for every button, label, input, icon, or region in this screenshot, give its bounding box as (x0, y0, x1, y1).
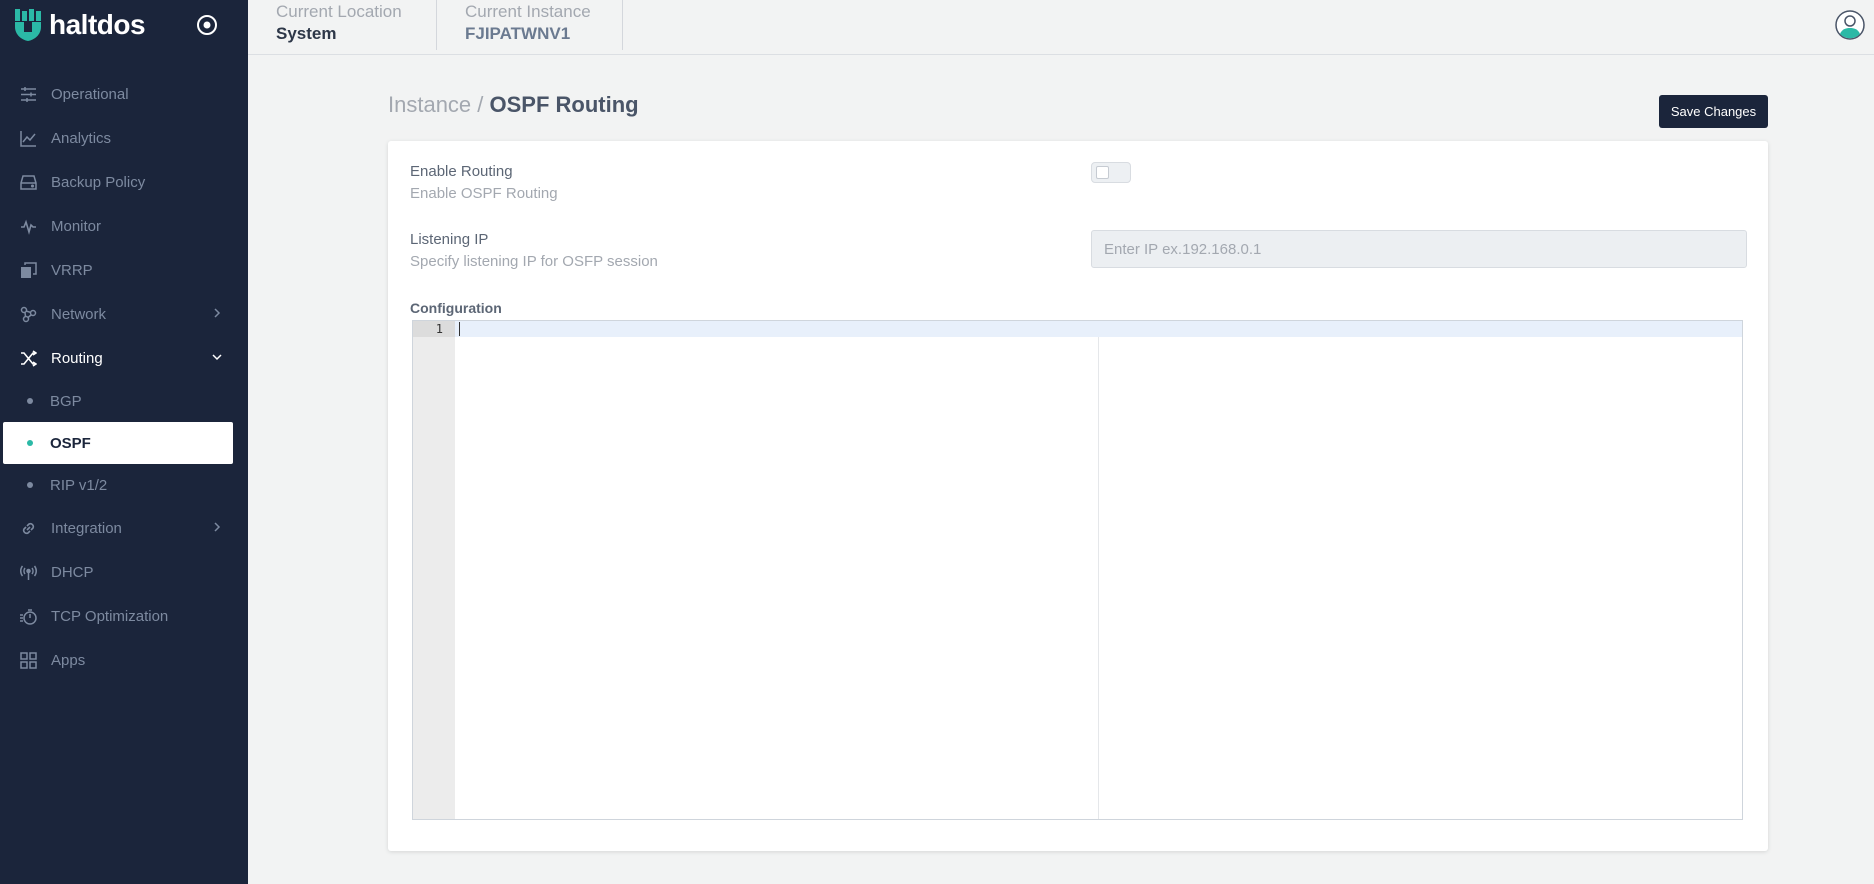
sidebar-item-label: Monitor (51, 217, 102, 235)
sidebar-nav: Operational Analytics Backup Policy Moni… (0, 72, 248, 682)
enable-routing-toggle[interactable] (1091, 162, 1131, 183)
sidebar-item-operational[interactable]: Operational (0, 72, 248, 116)
configuration-label: Configuration (410, 300, 502, 316)
editor-cursor (459, 322, 460, 336)
settings-target-icon[interactable] (196, 14, 218, 36)
sidebar-item-label: Network (51, 305, 107, 323)
user-avatar-icon[interactable] (1835, 10, 1865, 40)
sidebar-item-label: Integration (51, 519, 122, 537)
bullet-dot-icon (27, 440, 33, 446)
network-nodes-icon (20, 306, 37, 322)
hard-drive-icon (20, 174, 37, 190)
chevron-right-icon (214, 308, 221, 318)
sidebar: haltdos Operational Analytics Backup Pol… (0, 0, 248, 884)
sidebar-subitem-label: OSPF (50, 434, 91, 452)
sidebar-item-label: Routing (51, 349, 103, 367)
editor-gutter (413, 321, 455, 819)
toggle-knob (1096, 166, 1109, 179)
current-instance-label: Current Instance (465, 2, 591, 21)
listening-ip-description: Specify listening IP for OSFP session (410, 253, 658, 270)
sidebar-item-label: Apps (51, 651, 86, 669)
grid-icon (20, 651, 37, 669)
chevron-down-icon (212, 354, 222, 361)
listening-ip-label: Listening IP (410, 231, 489, 248)
link-icon (22, 522, 35, 534)
sidebar-item-analytics[interactable]: Analytics (0, 116, 248, 160)
sidebar-subitem-label: RIP v1/2 (50, 476, 108, 494)
listening-ip-input[interactable] (1091, 230, 1747, 268)
current-instance[interactable]: Current Instance FJIPATWNV1 (437, 0, 623, 50)
breadcrumb-parent[interactable]: Instance / (388, 92, 483, 117)
enable-routing-label: Enable Routing (410, 163, 513, 180)
sidebar-item-integration[interactable]: Integration (0, 506, 248, 550)
chevron-right-icon (214, 522, 221, 532)
sidebar-item-backup-policy[interactable]: Backup Policy (0, 160, 248, 204)
sidebar-item-dhcp[interactable]: DHCP (0, 550, 248, 594)
brand[interactable]: haltdos (13, 8, 146, 42)
sidebar-subitem-ospf[interactable]: OSPF (3, 422, 233, 464)
sidebar-subitem-rip[interactable]: RIP v1/2 (0, 464, 248, 506)
sidebar-item-label: DHCP (51, 563, 94, 581)
topbar: Current Location System Current Instance… (248, 0, 1874, 55)
sidebar-item-label: VRRP (51, 261, 93, 279)
sidebar-item-network[interactable]: Network (0, 292, 248, 336)
current-location-label: Current Location (276, 2, 402, 21)
current-location-value: System (276, 24, 337, 43)
enable-routing-description: Enable OSPF Routing (410, 185, 558, 202)
sidebar-item-vrrp[interactable]: VRRP (0, 248, 248, 292)
broadcast-icon (20, 565, 37, 580)
current-instance-value: FJIPATWNV1 (465, 24, 571, 43)
page-title: Instance / OSPF Routing (388, 92, 639, 118)
pulse-icon (21, 219, 36, 235)
line-chart-icon (20, 130, 36, 147)
ospf-settings-card: Enable Routing Enable OSPF Routing Liste… (388, 141, 1768, 851)
configuration-editor[interactable]: 1 (412, 320, 1743, 820)
sidebar-item-label: Backup Policy (51, 173, 146, 191)
copy-icon (21, 261, 37, 278)
current-location[interactable]: Current Location System (248, 0, 437, 50)
editor-line-number: 1 (413, 321, 455, 337)
editor-active-line (455, 321, 1742, 337)
sidebar-item-tcp-optimization[interactable]: TCP Optimization (0, 594, 248, 638)
bullet-dot-icon (27, 482, 33, 488)
bullet-dot-icon (27, 398, 33, 404)
sliders-icon (21, 86, 36, 102)
sidebar-item-routing[interactable]: Routing (0, 336, 248, 380)
editor-print-margin (1098, 337, 1099, 819)
save-changes-button[interactable]: Save Changes (1659, 95, 1768, 128)
haltdos-logo-icon (15, 9, 41, 41)
timer-icon (20, 608, 37, 625)
sidebar-item-label: TCP Optimization (51, 607, 169, 625)
sidebar-item-apps[interactable]: Apps (0, 638, 248, 682)
shuffle-icon (21, 349, 37, 367)
breadcrumb-current: OSPF Routing (489, 92, 639, 117)
sidebar-item-monitor[interactable]: Monitor (0, 204, 248, 248)
brand-name: haltdos (49, 9, 146, 40)
sidebar-item-label: Analytics (51, 129, 112, 147)
sidebar-item-label: Operational (51, 85, 129, 103)
sidebar-subitem-bgp[interactable]: BGP (0, 380, 248, 422)
sidebar-subitem-label: BGP (50, 392, 82, 410)
